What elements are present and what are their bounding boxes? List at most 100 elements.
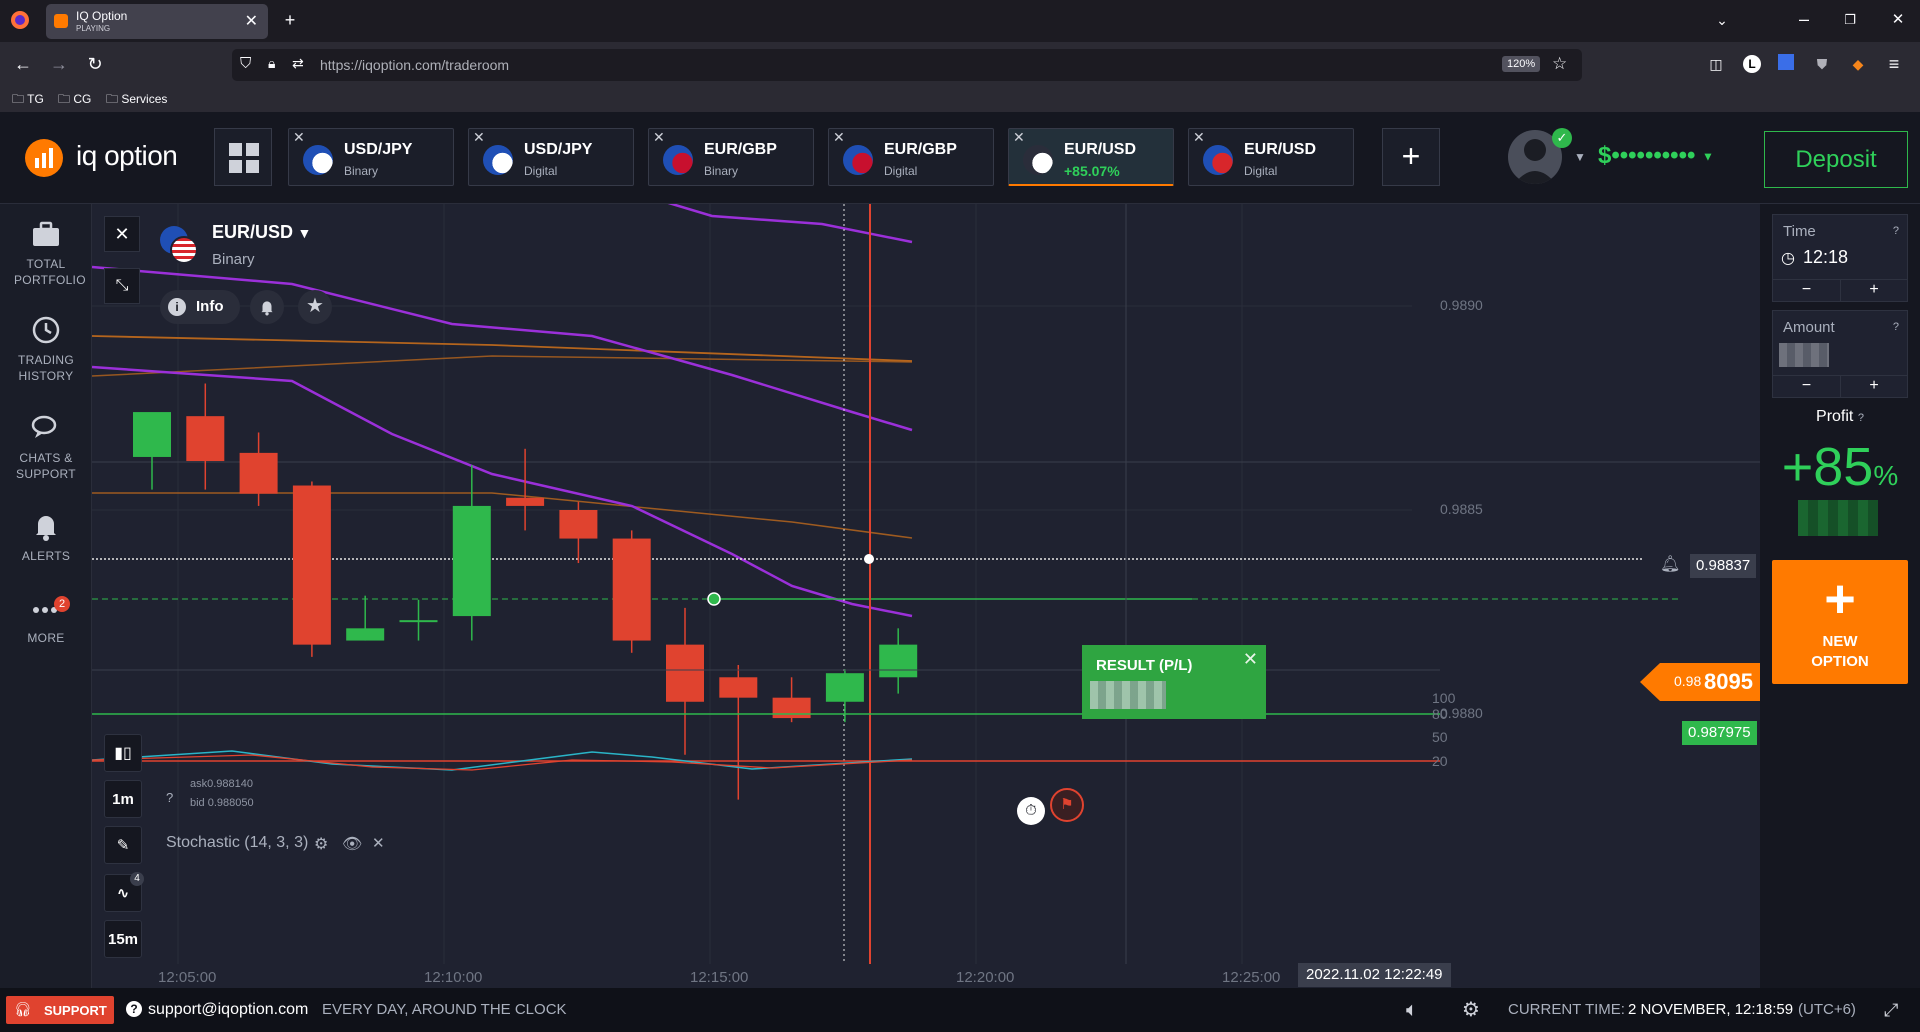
back-icon[interactable]: ← xyxy=(12,54,34,74)
shield-icon[interactable]: ⛉ xyxy=(240,55,251,72)
list-tabs-icon[interactable]: ⌄ xyxy=(1712,10,1732,30)
logo[interactable]: iq option xyxy=(24,138,204,178)
new-option-button[interactable]: + NEW OPTION xyxy=(1772,560,1908,684)
close-tab-icon[interactable]: ✕ xyxy=(1193,129,1205,146)
time-value[interactable]: 12:18 xyxy=(1803,247,1848,268)
drawing-tools-button[interactable]: ✎ xyxy=(104,826,142,864)
profit-help-icon[interactable]: ? xyxy=(1858,412,1864,424)
time-control[interactable]: Time ? ◷ 12:18 − + xyxy=(1772,214,1908,302)
bookmark-cg[interactable]: 🗀 CG xyxy=(58,90,91,111)
expiry-flag-icon[interactable]: ⚑ xyxy=(1050,788,1084,822)
candle-body xyxy=(719,677,758,698)
close-chart-button[interactable]: ✕ xyxy=(104,216,140,252)
zoom-level[interactable]: 120% xyxy=(1502,56,1541,72)
browser-tab[interactable]: IQ Option PLAYING ✕ xyxy=(46,4,268,39)
settings-gear-icon[interactable]: ⚙ xyxy=(1462,988,1480,1032)
browser-tab-bar: IQ Option PLAYING ✕ + ⌄ – ❐ ✕ xyxy=(0,0,1920,42)
timeframe-1m-button[interactable]: 1m xyxy=(104,780,142,818)
chart-area[interactable]: 0.9890 0.9885 0.9880 100 80 50 20 12:05:00 12:10… xyxy=(92,204,1760,988)
close-tab-icon[interactable]: ✕ xyxy=(293,129,305,146)
timer-icon[interactable]: ⏱ xyxy=(1017,797,1045,825)
minimize-icon[interactable]: – xyxy=(1794,9,1814,29)
collapse-chart-button[interactable]: ⤡ xyxy=(104,268,140,304)
amount-value-blurred[interactable] xyxy=(1779,343,1829,367)
info-icon: i xyxy=(168,298,186,316)
asset-tab-name: USD/JPY xyxy=(344,141,413,158)
amount-decrease-button[interactable]: − xyxy=(1773,375,1840,397)
all-assets-button[interactable] xyxy=(214,128,272,186)
chart-alert-button[interactable] xyxy=(250,290,284,324)
close-tab-icon[interactable]: ✕ xyxy=(653,129,665,146)
sidebar-item-more[interactable]: 2 MORE xyxy=(0,592,92,646)
alert-bell-icon[interactable]: 🔔︎ xyxy=(1660,554,1680,574)
asset-tab-0[interactable]: ✕ USD/JPY Binary xyxy=(288,128,454,186)
bookmark-star-icon[interactable]: ☆ xyxy=(1552,54,1567,74)
new-tab-icon[interactable]: + xyxy=(280,10,300,30)
chart-type-button[interactable]: ▮▯ xyxy=(104,734,142,772)
support-button[interactable]: 🎧︎ SUPPORT xyxy=(6,996,114,1024)
balance[interactable]: $•••••••••• ▼ xyxy=(1598,142,1714,170)
time-increase-button[interactable]: + xyxy=(1840,279,1907,301)
price-chart[interactable]: 0.98900.98850.988010080502012:05:00 12:10… xyxy=(92,204,1760,988)
indicators-count-badge: 4 xyxy=(130,872,144,886)
sidebar-item-total-portfolio[interactable]: TOTAL PORTFOLIO xyxy=(0,218,92,288)
amount-increase-button[interactable]: + xyxy=(1840,375,1907,397)
chart-asset-flag xyxy=(160,226,198,264)
forward-icon[interactable]: → xyxy=(48,54,70,74)
pocket-icon[interactable]: ◫ xyxy=(1706,54,1726,74)
result-popup[interactable]: RESULT (P/L) ✕ xyxy=(1082,645,1266,719)
asset-tab-1[interactable]: ✕ USD/JPY Digital xyxy=(468,128,634,186)
asset-tab-5[interactable]: ✕ EUR/USD Digital xyxy=(1188,128,1354,186)
bell-icon xyxy=(36,516,56,541)
current-time-value: 2 NOVEMBER, 12:18:59 xyxy=(1628,1001,1794,1018)
close-tab-icon[interactable]: ✕ xyxy=(833,129,845,146)
tab-close-icon[interactable]: ✕ xyxy=(245,11,258,31)
extension-fox-icon[interactable]: ◆ xyxy=(1848,54,1868,74)
favorite-button[interactable]: ★ xyxy=(298,290,332,324)
timeframe-15m-button[interactable]: 15m xyxy=(104,920,142,958)
extension-shield-icon[interactable]: ⛊ xyxy=(1812,54,1832,74)
sound-icon[interactable]: 🔈︎ xyxy=(1406,988,1418,1032)
reload-icon[interactable]: ↻ xyxy=(84,54,106,74)
support-email[interactable]: support@iqoption.com xyxy=(148,988,308,1032)
permissions-icon[interactable]: ⇄ xyxy=(292,55,304,72)
deposit-button[interactable]: Deposit xyxy=(1764,131,1908,188)
asset-tab-2[interactable]: ✕ EUR/GBP Binary xyxy=(648,128,814,186)
indicator-visibility-icon[interactable]: 👁︎ xyxy=(342,834,362,854)
indicator-remove-icon[interactable]: ✕ xyxy=(372,834,385,852)
asset-tab-4[interactable]: ✕ EUR/USD +85.07% xyxy=(1008,128,1174,186)
bookmark-tg[interactable]: 🗀 TG xyxy=(12,90,44,111)
result-close-icon[interactable]: ✕ xyxy=(1243,649,1258,670)
add-asset-button[interactable]: + xyxy=(1382,128,1440,186)
sidebar-item-trading-history[interactable]: TRADING HISTORY xyxy=(0,314,92,384)
chart-asset-selector[interactable]: EUR/USD ▼ xyxy=(212,222,311,243)
amount-help-icon[interactable]: ? xyxy=(1893,321,1899,333)
ask-bid-help-icon[interactable]: ? xyxy=(166,790,173,805)
menu-icon[interactable]: ≡ xyxy=(1884,54,1904,74)
url-bar[interactable]: ⛉ 🔒︎ ⇄ https://iqoption.com/traderoom 12… xyxy=(232,49,1582,81)
restore-icon[interactable]: ❐ xyxy=(1840,10,1860,30)
avatar-dropdown-icon[interactable]: ▼ xyxy=(1574,150,1586,164)
close-tab-icon[interactable]: ✕ xyxy=(473,129,485,146)
firefox-icon[interactable] xyxy=(10,10,30,30)
time-help-icon[interactable]: ? xyxy=(1893,225,1899,237)
bookmark-services[interactable]: 🗀 Services xyxy=(106,90,167,111)
extension-blue-icon[interactable] xyxy=(1776,54,1796,74)
extension-l-icon[interactable]: L xyxy=(1742,54,1762,74)
time-decrease-button[interactable]: − xyxy=(1773,279,1840,301)
sidebar-item-chats-support[interactable]: CHATS & SUPPORT xyxy=(0,412,92,482)
indicator-settings-icon[interactable]: ⚙ xyxy=(314,834,328,854)
close-tab-icon[interactable]: ✕ xyxy=(1013,129,1025,146)
lock-icon[interactable]: 🔒︎ xyxy=(268,55,275,72)
amount-control[interactable]: Amount ? − + xyxy=(1772,310,1908,398)
logo-icon xyxy=(25,139,63,177)
fullscreen-icon[interactable]: ⤢ xyxy=(1884,988,1898,1032)
close-window-icon[interactable]: ✕ xyxy=(1888,10,1908,30)
sidebar-item-alerts[interactable]: ALERTS xyxy=(0,510,92,564)
stoch-axis-label: 20 xyxy=(1432,753,1448,769)
info-button[interactable]: i Info xyxy=(160,290,240,324)
url-text[interactable]: https://iqoption.com/traderoom xyxy=(320,57,509,73)
info-label: Info xyxy=(196,298,224,315)
currency-flag-icon xyxy=(303,145,333,175)
asset-tab-3[interactable]: ✕ EUR/GBP Digital xyxy=(828,128,994,186)
